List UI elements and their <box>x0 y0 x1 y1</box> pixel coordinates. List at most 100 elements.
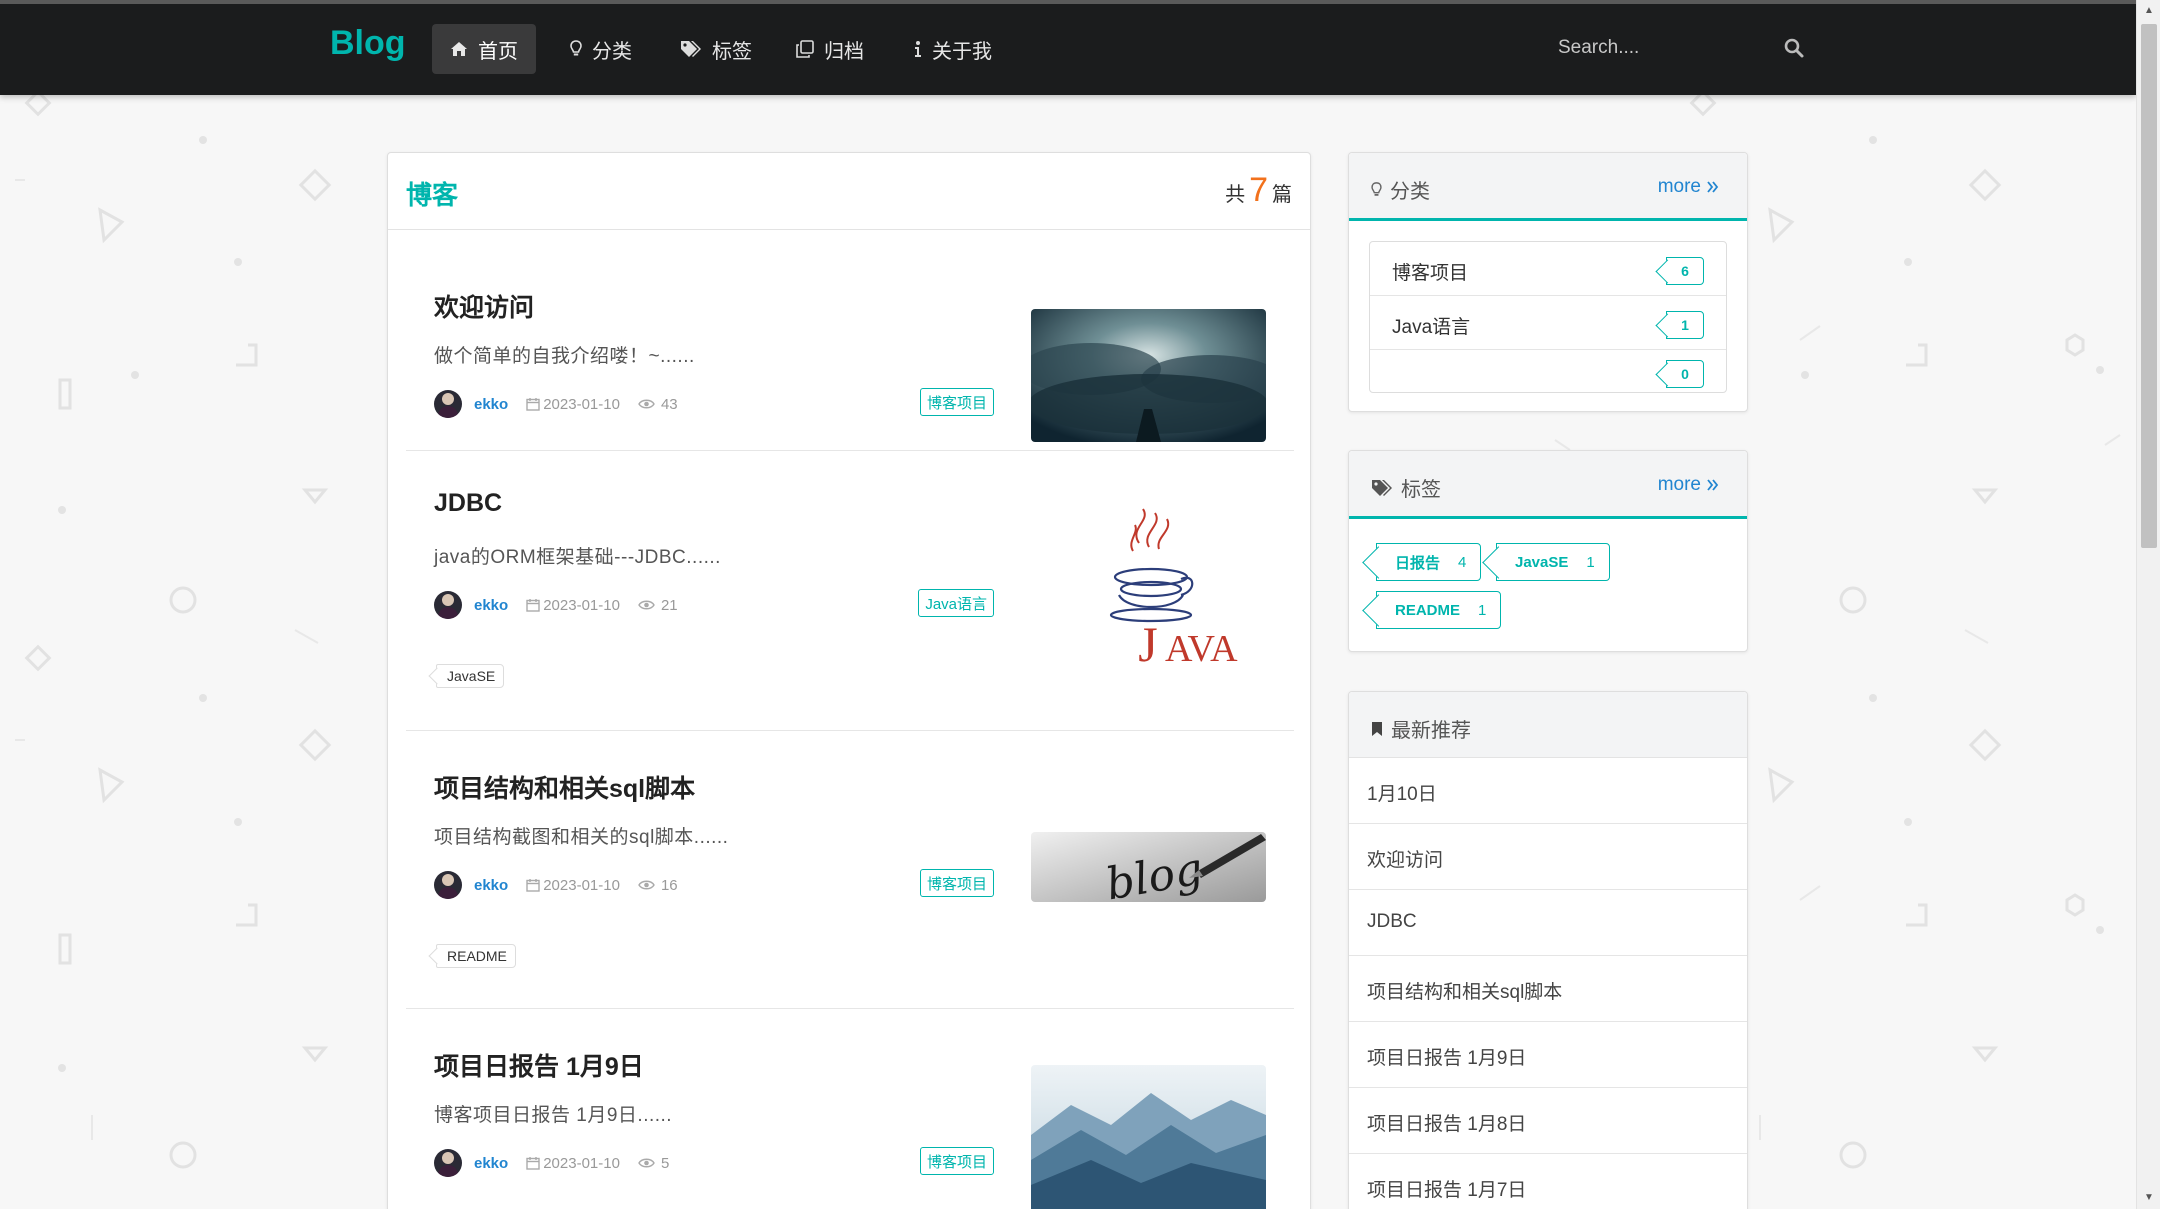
post-tag-label[interactable]: README <box>436 944 516 968</box>
post-title[interactable]: 欢迎访问 <box>434 288 534 324</box>
blog-list-panel: 博客 共 7 篇 欢迎访问 做个简单的自我介绍喽！~...... ekko 20… <box>387 152 1311 1209</box>
post-author[interactable]: ekko <box>474 597 508 614</box>
tag-chip[interactable]: 日报告 4 <box>1376 543 1482 581</box>
lightbulb-icon <box>1371 181 1382 196</box>
post-summary: java的ORM框架基础---JDBC...... <box>434 547 721 568</box>
post-title[interactable]: 项目日报告 1月9日 <box>434 1047 644 1083</box>
post-author[interactable]: ekko <box>474 877 508 894</box>
home-icon <box>451 42 467 56</box>
recommend-item[interactable]: 1月10日 <box>1349 758 1747 824</box>
tags-header: 标签 more <box>1349 451 1747 519</box>
eye-icon <box>638 880 655 890</box>
post-category-label[interactable]: 博客项目 <box>919 388 994 416</box>
post-count: 共 7 篇 <box>1225 171 1292 210</box>
mountain-lake-image[interactable] <box>1031 1065 1266 1209</box>
recommend-item-label: 项目日报告 1月7日 <box>1367 1180 1527 1201</box>
nav-archive[interactable]: 归档 <box>778 24 882 74</box>
recommend-item-label: 1月10日 <box>1367 784 1437 805</box>
top-border <box>0 0 2136 4</box>
svg-text:AVA: AVA <box>1165 628 1238 670</box>
more-label: more <box>1657 474 1701 495</box>
nav-home[interactable]: 首页 <box>432 24 536 74</box>
post-summary: 做个简单的自我介绍喽！~...... <box>434 346 695 367</box>
category-count-badge: 0 <box>1666 360 1704 388</box>
recommend-item[interactable]: 项目结构和相关sql脚本 <box>1349 956 1747 1022</box>
tag-chip[interactable]: README 1 <box>1376 591 1502 629</box>
post-meta: ekko 2023-01-10 5 <box>434 1149 669 1177</box>
scroll-down-arrow-icon[interactable]: ▼ <box>2137 1187 2160 1209</box>
scroll-thumb[interactable] <box>2141 24 2157 548</box>
tags-more-link[interactable]: more <box>1658 474 1719 496</box>
categories-title-text: 分类 <box>1390 181 1430 203</box>
recommend-item[interactable]: 项目日报告 1月7日 <box>1349 1154 1747 1209</box>
post-category-label[interactable]: 博客项目 <box>919 1147 994 1175</box>
page-scrollbar[interactable]: ▲ ▼ <box>2136 0 2160 1209</box>
brand-logo[interactable]: Blog <box>330 24 406 63</box>
categories-more-link[interactable]: more <box>1658 176 1719 198</box>
tags-box: 标签 more 日报告 4 JavaSE 1 README 1 <box>1348 450 1748 652</box>
post-meta: ekko 2023-01-10 21 <box>434 591 678 619</box>
post-views: 16 <box>660 876 678 894</box>
tag-chip[interactable]: JavaSE 1 <box>1496 543 1610 581</box>
blog-pen-image[interactable]: blog <box>1031 832 1266 902</box>
post-tag-label[interactable]: JavaSE <box>436 664 505 688</box>
post-item[interactable]: 欢迎访问 做个简单的自我介绍喽！~...... ekko 2023-01-10 … <box>406 230 1294 451</box>
category-count: 1 <box>1681 317 1689 333</box>
count-prefix: 共 <box>1225 184 1246 206</box>
calendar-icon <box>526 599 540 612</box>
recommend-title: 最新推荐 <box>1371 714 1471 743</box>
lightbulb-icon <box>570 40 582 56</box>
tags-icon <box>1372 479 1392 496</box>
post-item[interactable]: 项目日报告 1月9日 博客项目日报告 1月9日...... ekko 2023-… <box>406 1009 1294 1209</box>
avatar <box>434 871 462 899</box>
count-suffix: 篇 <box>1272 184 1292 206</box>
post-views: 5 <box>660 1154 670 1172</box>
calendar-icon <box>526 879 540 892</box>
recommend-item-label: 项目日报告 1月9日 <box>1367 1048 1527 1069</box>
post-title[interactable]: 项目结构和相关sql脚本 <box>434 769 695 805</box>
avatar <box>434 1149 462 1177</box>
post-author[interactable]: ekko <box>474 1155 508 1172</box>
nav-archive-label: 归档 <box>824 40 864 63</box>
nav-about[interactable]: 关于我 <box>896 24 1010 74</box>
categories-header: 分类 more <box>1349 153 1747 221</box>
post-date: 2023-01-10 <box>543 1154 620 1172</box>
search-input[interactable] <box>1540 24 1820 72</box>
recommend-item[interactable]: 项目日报告 1月9日 <box>1349 1022 1747 1088</box>
post-item[interactable]: JDBC java的ORM框架基础---JDBC...... ekko 2023… <box>406 451 1294 731</box>
category-item[interactable]: Java语言 1 <box>1370 296 1726 350</box>
count-number: 7 <box>1249 171 1268 209</box>
category-name: 博客项目 <box>1392 263 1469 284</box>
cloud-boat-image[interactable] <box>1031 309 1266 442</box>
recommend-item[interactable]: 欢迎访问 <box>1349 824 1747 890</box>
post-summary: 博客项目日报告 1月9日...... <box>434 1105 673 1126</box>
navbar: Blog 首页 分类 标签 归档 关于我 <box>0 0 2136 95</box>
post-category-label[interactable]: 博客项目 <box>919 869 994 897</box>
search-icon[interactable] <box>1782 36 1806 60</box>
calendar-icon <box>526 398 540 411</box>
tag-count: 1 <box>1478 601 1487 619</box>
post-item[interactable]: 项目结构和相关sql脚本 项目结构截图和相关的sql脚本...... ekko … <box>406 731 1294 1009</box>
recommend-item-label: JDBC <box>1367 911 1417 932</box>
tag-count: 1 <box>1586 553 1595 571</box>
category-item[interactable]: 0 <box>1370 350 1726 392</box>
java-logo-image[interactable]: J AVA <box>1031 503 1266 673</box>
post-category-label[interactable]: Java语言 <box>918 589 994 617</box>
nav-tags[interactable]: 标签 <box>662 24 770 74</box>
more-label: more <box>1657 176 1701 197</box>
search-box <box>1540 24 1820 72</box>
post-date: 2023-01-10 <box>543 395 620 413</box>
post-title[interactable]: JDBC <box>434 489 502 518</box>
category-count: 0 <box>1681 366 1689 382</box>
recommend-item[interactable]: 项目日报告 1月8日 <box>1349 1088 1747 1154</box>
post-author[interactable]: ekko <box>474 396 508 413</box>
recommend-item-label: 项目日报告 1月8日 <box>1367 1114 1527 1135</box>
nav-categories[interactable]: 分类 <box>552 24 650 74</box>
double-chevron-right-icon <box>1707 181 1719 193</box>
recommend-item[interactable]: JDBC <box>1349 890 1747 956</box>
scroll-up-arrow-icon[interactable]: ▲ <box>2137 0 2160 22</box>
bookmark-icon <box>1372 721 1382 736</box>
info-icon <box>915 41 921 57</box>
category-list: 博客项目 6 Java语言 1 0 <box>1369 241 1727 393</box>
category-item[interactable]: 博客项目 6 <box>1370 242 1726 296</box>
